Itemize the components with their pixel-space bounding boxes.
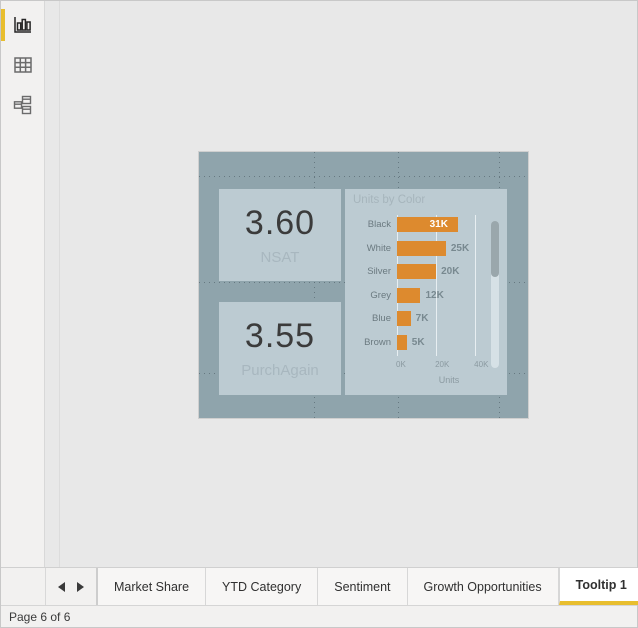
x-axis-tick-label: 40K	[474, 360, 489, 369]
bar-row[interactable]: White 25K	[351, 240, 501, 256]
status-bar: Page 6 of 6	[1, 605, 637, 627]
bar-data-label: 20K	[441, 266, 460, 277]
bar-row[interactable]: Silver 20K	[351, 264, 501, 279]
bar-fill[interactable]	[397, 264, 437, 279]
relationship-model-icon	[12, 94, 34, 116]
x-axis-title: Units	[438, 375, 460, 385]
bar-track: 12K	[397, 287, 501, 303]
bar-data-label: 5K	[411, 336, 425, 348]
bar-fill[interactable]	[397, 240, 446, 256]
bar-category-label: Black	[367, 219, 391, 230]
bar-category-label: Blue	[371, 313, 391, 324]
kpi-value: 3.60	[244, 203, 316, 242]
bar-track: 20K	[397, 264, 501, 279]
x-axis-tick-label: 20K	[435, 360, 450, 369]
page-tab-market-share[interactable]: Market Share	[98, 568, 207, 605]
bar-track: 5K	[397, 334, 501, 350]
view-accent-bar	[1, 49, 5, 81]
bar-track: 31K	[397, 217, 501, 232]
chart-vertical-scrollbar[interactable]	[491, 221, 499, 368]
window-body: 3.60 NSAT 3.55 PurchAgain Units by Color…	[1, 1, 637, 567]
bar-fill[interactable]	[397, 217, 458, 232]
view-accent-bar	[1, 89, 5, 121]
bar-category-label: Silver	[367, 266, 391, 277]
page-tab-growth-opportunities[interactable]: Growth Opportunities	[407, 568, 559, 605]
kpi-card-purchagain[interactable]: 3.55 PurchAgain	[219, 302, 341, 395]
page-nav-arrows	[46, 568, 98, 605]
page-tab-sentiment[interactable]: Sentiment	[318, 568, 408, 605]
power-bi-window: 3.60 NSAT 3.55 PurchAgain Units by Color…	[0, 0, 638, 628]
kpi-card-nsat[interactable]: 3.60 NSAT	[219, 189, 341, 281]
bar-data-label: 7K	[415, 313, 429, 324]
bar-fill[interactable]	[397, 311, 411, 326]
smart-guide-horizontal	[199, 176, 528, 177]
tooltip-report-page[interactable]: 3.60 NSAT 3.55 PurchAgain Units by Color…	[199, 152, 528, 418]
bar-row[interactable]: Brown 5K	[351, 334, 501, 350]
bar-chart-icon	[12, 14, 34, 36]
page-indicator: Page 6 of 6	[9, 609, 71, 624]
bar-category-label: Brown	[364, 336, 391, 348]
bar-row[interactable]: Grey 12K	[351, 287, 501, 303]
kpi-value: 3.55	[244, 317, 316, 355]
bar-data-label: 25K	[450, 242, 470, 254]
page-tab-tooltip-1[interactable]: Tooltip 1	[558, 568, 638, 605]
bar-category-label: White	[366, 242, 391, 254]
bar-row[interactable]: Blue 7K	[351, 311, 501, 326]
bar-data-label: 31K	[429, 219, 448, 230]
bar-track: 7K	[397, 311, 501, 326]
bar-track: 25K	[397, 240, 501, 256]
chart-plot-area: Black 31K White 25K Silver 20K Grey 12K Blue 7K Br…	[351, 215, 501, 389]
units-by-color-chart[interactable]: Units by Color Black 31K White 25K Silver 20K…	[345, 189, 507, 395]
bar-data-label: 12K	[425, 289, 444, 301]
x-axis-tick-label: 0K	[396, 360, 406, 369]
view-switch-rail	[1, 1, 45, 567]
table-grid-icon	[12, 54, 34, 76]
sidebar-item-data-view[interactable]	[1, 45, 44, 85]
page-tab-bar: Market Share YTD Category Sentiment Growth …	[1, 567, 638, 605]
previous-page-arrow-icon[interactable]	[58, 581, 65, 592]
tabbar-left-spacer	[1, 568, 46, 605]
page-tab-ytd-category[interactable]: YTD Category	[206, 568, 319, 605]
bar-category-label: Grey	[370, 289, 391, 301]
bar-fill[interactable]	[397, 334, 407, 350]
chart-title: Units by Color	[353, 194, 426, 206]
page-tabs: Market Share YTD Category Sentiment Growth …	[98, 568, 638, 605]
sidebar-item-model-view[interactable]	[1, 85, 44, 125]
bar-fill[interactable]	[397, 287, 421, 303]
bar-row[interactable]: Black 31K	[351, 217, 501, 232]
next-page-arrow-icon[interactable]	[77, 581, 84, 592]
kpi-label: NSAT	[260, 248, 300, 266]
sidebar-item-report-view[interactable]	[1, 5, 44, 45]
scrollbar-thumb[interactable]	[491, 221, 499, 277]
active-view-accent-bar	[1, 9, 5, 41]
canvas-gutter	[45, 1, 60, 567]
kpi-label: PurchAgain	[241, 362, 319, 379]
report-workspace[interactable]: 3.60 NSAT 3.55 PurchAgain Units by Color…	[60, 1, 637, 567]
